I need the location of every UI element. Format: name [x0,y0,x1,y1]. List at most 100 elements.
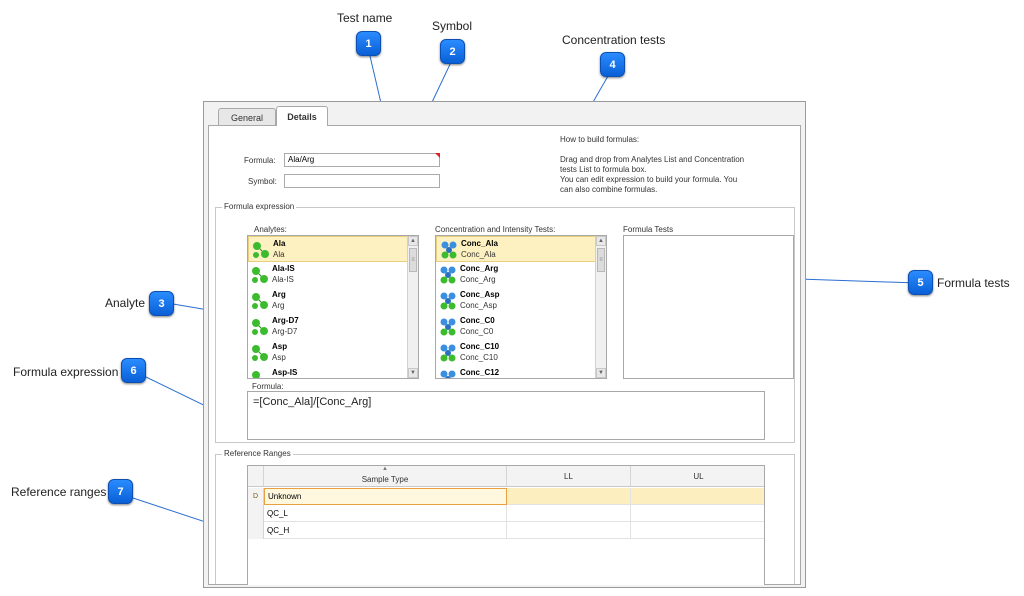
list-item[interactable]: Conc_C0 Conc_C0 [436,314,606,340]
cell-ul[interactable] [631,522,764,539]
row-indicator [248,522,264,539]
analyte-name: Arg [272,290,286,299]
list-item[interactable]: Arg-D7 Arg-D7 [248,314,418,340]
formula-expression-title: Formula expression [222,202,297,211]
list-item[interactable]: Conc_C12 [436,366,606,378]
list-item[interactable]: Conc_Ala Conc_Ala [436,236,606,262]
tab-general[interactable]: General [218,108,276,126]
cell-ul[interactable] [631,488,764,505]
test-name-value: Ala/Arg [288,155,315,164]
molecule-blue-green-icon [440,370,456,378]
column-header-sample-type[interactable]: ▲ Sample Type [264,466,507,487]
formula-tests-list[interactable] [623,235,794,379]
list-item[interactable]: Ala-IS Ala-IS [248,262,418,288]
conc-test-sub: Conc_C10 [460,353,498,362]
molecule-blue-green-icon [440,292,456,310]
callout-badge-3: 3 [149,291,174,316]
molecule-green-icon [252,345,268,361]
scroll-down-button[interactable]: ▼ [596,368,606,378]
molecule-blue-green-icon [440,344,456,362]
concentration-tests-list[interactable]: Conc_Ala Conc_Ala Conc_Arg Conc_Arg Conc… [435,235,607,379]
sort-ascending-icon: ▲ [382,466,388,472]
table-row[interactable]: QC_H [248,522,764,539]
list-item[interactable]: Conc_Asp Conc_Asp [436,288,606,314]
analytes-label: Analytes: [254,225,287,234]
grid-header: ▲ Sample Type LL UL [248,466,764,487]
column-header-ll[interactable]: LL [507,466,631,487]
analyte-name: Ala-IS [272,264,295,273]
table-row[interactable]: D Unknown [248,488,764,505]
analyte-sub: Asp [272,353,286,362]
callout-badge-1: 1 [356,31,381,56]
molecule-blue-green-icon [441,241,457,259]
list-item[interactable]: Conc_Arg Conc_Arg [436,262,606,288]
list-item[interactable]: Asp-IS [248,366,418,378]
cell-ul[interactable] [631,505,764,522]
conc-test-name: Conc_Ala [461,239,498,248]
cell-sample-type[interactable]: QC_H [264,522,507,539]
column-header-ul[interactable]: UL [631,466,764,487]
symbol-label: Symbol: [248,177,277,186]
analyte-sub: Ala [273,250,285,259]
molecule-green-icon [252,319,268,335]
callout-label-reference-ranges: Reference ranges [11,485,107,499]
cell-sample-type[interactable]: QC_L [264,505,507,522]
list-item[interactable]: Asp Asp [248,340,418,366]
help-title: How to build formulas: [560,135,640,144]
reference-ranges-grid[interactable]: ▲ Sample Type LL UL D Unknown QC_L QC_H [247,465,765,585]
molecule-blue-green-icon [440,318,456,336]
molecule-green-icon [252,371,260,378]
help-line-1: Drag and drop from Analytes List and Con… [560,155,745,164]
analyte-name: Asp [272,342,288,351]
analyte-sub: Arg [272,301,285,310]
conc-test-sub: Conc_Ala [461,250,496,259]
conc-test-name: Conc_Arg [460,264,499,273]
test-details-window: General Details Formula: Ala/Arg Symbol:… [203,101,806,588]
formula-expression-value: =[Conc_Ala]/[Conc_Arg] [253,396,372,408]
callout-badge-2: 2 [440,39,465,64]
scroll-thumb[interactable]: ≡ [409,248,417,272]
cell-sample-type[interactable]: Unknown [264,488,507,505]
help-line-2: tests List to formula box. [560,165,647,174]
scroll-up-button[interactable]: ▲ [408,236,418,246]
reference-ranges-title: Reference Ranges [222,449,293,458]
analyte-name: Asp-IS [272,368,298,377]
row-indicator: D [248,488,264,505]
callout-label-symbol: Symbol [432,19,473,33]
table-row[interactable]: QC_L [248,505,764,522]
test-name-input[interactable]: Ala/Arg [284,153,440,167]
callout-badge-4: 4 [600,52,625,77]
reference-ranges-group: Reference Ranges ▲ Sample Type LL UL D U… [215,449,795,585]
help-line-4: can also combine formulas. [560,185,658,194]
scroll-down-button[interactable]: ▼ [408,368,418,378]
list-item[interactable]: Conc_C10 Conc_C10 [436,340,606,366]
formula-expression-group: Formula expression Analytes: Ala Ala Ala… [215,202,795,443]
list-item[interactable]: Ala Ala [248,236,418,262]
list-item[interactable]: Arg Arg [248,288,418,314]
cell-ll[interactable] [507,505,631,522]
callout-label-formula-expression: Formula expression [13,365,119,379]
analyte-sub: Ala-IS [272,275,294,284]
conc-test-name: Conc_Asp [460,290,500,299]
callout-label-formula-tests: Formula tests [937,276,1010,290]
cell-ll[interactable] [507,522,631,539]
scroll-thumb[interactable]: ≡ [597,248,605,272]
callout-label-analyte: Analyte [105,296,146,310]
conc-test-sub: Conc_C0 [460,327,494,336]
symbol-input[interactable] [284,174,440,188]
formula-name-label: Formula: [244,156,276,165]
callout-label-concentration-tests: Concentration tests [562,33,666,47]
analyte-name: Arg-D7 [272,316,299,325]
cell-ll[interactable] [507,488,631,505]
concentration-scrollbar[interactable]: ▲ ≡ ▼ [595,236,606,378]
scroll-up-button[interactable]: ▲ [596,236,606,246]
column-header-label: LL [564,472,573,481]
conc-test-name: Conc_C10 [460,342,500,351]
callout-badge-5: 5 [908,270,933,295]
concentration-tests-label: Concentration and Intensity Tests: [435,225,556,234]
tab-details[interactable]: Details [276,106,328,126]
formula-expression-label: Formula: [252,382,284,391]
analytes-scrollbar[interactable]: ▲ ≡ ▼ [407,236,418,378]
formula-expression-input[interactable]: =[Conc_Ala]/[Conc_Arg] [247,391,765,440]
analytes-list[interactable]: Ala Ala Ala-IS Ala-IS Arg Arg Arg-D7 Arg… [247,235,419,379]
